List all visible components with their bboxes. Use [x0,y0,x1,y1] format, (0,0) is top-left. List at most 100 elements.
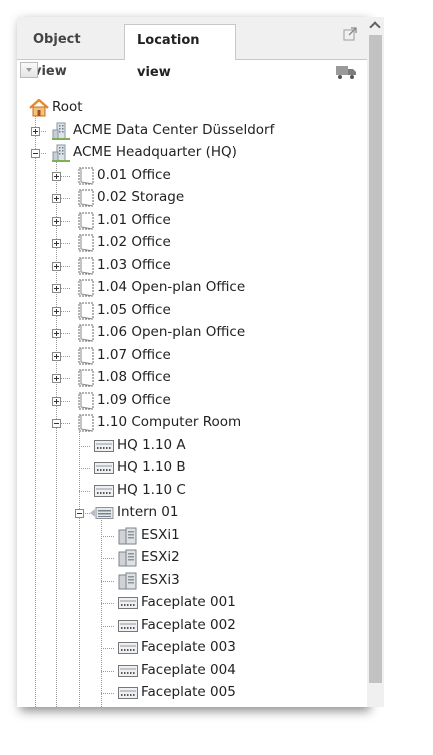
expand-toggle-icon[interactable] [52,374,61,383]
expand-toggle-icon[interactable] [31,126,40,136]
tab-location-view[interactable]: Location view [124,24,236,80]
tree-node-label: Faceplate 001 [141,594,236,610]
tree-node[interactable]: ESXi3 [17,570,367,592]
expand-toggle-icon[interactable] [52,351,61,361]
room-icon [78,414,94,436]
tree-node-label: 1.01 Office [97,211,171,228]
tree-node[interactable]: 1.09 Office [17,390,367,412]
collapse-toggle-icon[interactable] [31,149,40,158]
home-icon [29,98,49,121]
tree-node[interactable]: 1.05 Office [17,300,367,322]
room-icon [78,392,94,414]
room-icon [78,212,94,234]
collapse-toggle-icon[interactable] [52,419,61,428]
expand-toggle-icon[interactable] [52,261,61,271]
room-icon [78,369,94,391]
expand-toggle-icon[interactable] [52,396,61,406]
tree-node-label: Root [52,99,83,115]
tree-node-label: HQ 1.10 B [117,459,186,475]
tree-branch-line [101,535,114,537]
tree-node[interactable]: 1.04 Open-plan Office [17,277,367,299]
collapse-toggle-icon[interactable] [75,509,84,518]
tree-branch-line [79,468,90,469]
tree-node-label: ESXi2 [141,549,180,565]
tree-node[interactable]: HQ 1.10 B [17,457,367,479]
tab-object-view[interactable]: Object view [21,24,125,79]
tree-node-label: Faceplate 003 [141,639,236,655]
tree-branch-line [101,558,114,559]
tree-node[interactable]: ACME Headquarter (HQ) [17,142,367,164]
tree-node[interactable]: Faceplate 003 [17,637,367,659]
tree-node[interactable]: ESXi1 [17,525,367,547]
tree-node-label: 1.05 Office [97,301,171,318]
tree-node-label: 1.07 Office [97,346,171,363]
tree-branch-line [101,625,114,627]
popout-icon[interactable] [343,27,357,41]
room-icon [78,257,94,279]
tree-node[interactable]: 1.07 Office [17,345,367,367]
tree-node[interactable]: HQ 1.10 C [17,480,367,502]
tree-node[interactable]: Faceplate 005 [17,682,367,704]
room-icon [78,189,94,211]
tree-branch-line [101,693,114,694]
tree-node[interactable]: 1.06 Open-plan Office [17,322,367,344]
tree-node-label: ESXi1 [141,526,180,543]
expand-toggle-icon[interactable] [52,329,61,338]
expand-toggle-icon[interactable] [52,306,61,316]
tree-node-label: Faceplate 002 [141,616,236,633]
faceplate-icon [118,619,138,636]
tree-node[interactable]: ACME Data Center Düsseldorf [17,120,367,142]
tree-node-label: HQ 1.10 A [117,436,186,453]
tree-branch-line [101,603,114,604]
tree-node[interactable]: Intern 01 [17,502,367,524]
room-icon [78,324,94,346]
tree-node[interactable]: 1.02 Office [17,232,367,254]
expand-toggle-icon[interactable] [52,216,61,226]
room-icon [78,234,94,256]
tree-node[interactable]: Faceplate 002 [17,615,367,637]
filter-dropdown-button[interactable] [20,62,38,78]
location-panel: Object view Location view Root ACME Data … [17,17,367,707]
room-icon [78,302,94,324]
tree-node-label: HQ 1.10 C [117,481,186,498]
tree-node[interactable]: Root [17,97,367,119]
rack-icon [94,484,114,501]
expand-toggle-icon[interactable] [52,284,61,293]
tree-node[interactable]: Faceplate 001 [17,592,367,614]
tree-node[interactable]: 1.03 Office [17,255,367,277]
scroll-up-arrow-icon[interactable] [367,17,384,34]
tree-node-label: 1.02 Office [97,234,171,250]
tree-node[interactable]: 1.01 Office [17,210,367,232]
rack-icon [94,462,114,478]
tree-branch-line [101,648,114,649]
tree-branch-line [79,445,90,447]
expand-toggle-icon[interactable] [52,239,61,248]
tree-node-label: 1.10 Computer Room [97,414,242,430]
rack-icon [94,439,114,456]
tree-node[interactable]: 1.10 Computer Room [17,412,367,434]
tree-node-label: ACME Data Center Düsseldorf [73,121,275,138]
tree-node[interactable]: 1.08 Office [17,367,367,389]
scrollbar-thumb[interactable] [369,35,382,683]
tree-node-label: 1.06 Open-plan Office [97,324,246,340]
tree-node-label: 1.03 Office [97,256,171,273]
tree-node-label: 0.02 Storage [97,189,185,205]
expand-toggle-icon[interactable] [52,194,61,203]
tree-node[interactable]: 0.01 Office [17,165,367,187]
tree-node[interactable]: HQ 1.10 A [17,435,367,457]
tree-node-label: 1.08 Office [97,369,171,385]
tree-node[interactable]: ESXi2 [17,547,367,569]
faceplate-icon [118,642,138,658]
vertical-scrollbar[interactable] [367,17,384,707]
tree-node[interactable]: 0.02 Storage [17,187,367,209]
room-icon [78,167,94,189]
room-icon [78,347,94,369]
tree-node-label: Faceplate 005 [141,684,236,700]
tree-node[interactable]: Faceplate 004 [17,660,367,682]
expand-toggle-icon[interactable] [52,171,61,181]
building-icon [52,122,70,144]
location-tree: Root ACME Data Center Düsseldorf ACME Head… [17,95,367,707]
tree-node-label: Intern 01 [117,504,179,520]
truck-icon[interactable] [335,64,357,80]
server-icon [118,549,138,571]
